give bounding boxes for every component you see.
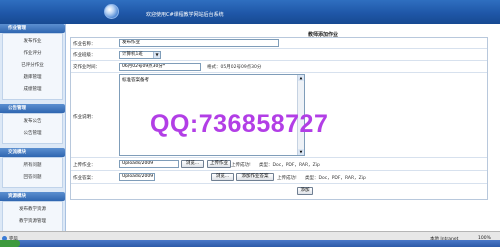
sidebar-item-manage-resource[interactable]: 教学资源管理	[3, 216, 62, 228]
deadline-input[interactable]: 06月02号09点30分*	[119, 63, 201, 71]
sidebar-section-notice-items: 发布公告 公告管理	[2, 113, 63, 144]
class-select[interactable]: 计算机1班 ▼	[119, 51, 161, 59]
description-label: 作业说明：	[73, 115, 96, 120]
start-button[interactable]	[0, 240, 20, 247]
upload-homework-button[interactable]: 上传作业	[207, 160, 231, 168]
description-text: 标准答案备考	[122, 78, 149, 83]
title-row: 作业名称： 发布作业	[71, 38, 487, 49]
upload-row: 上传作业： Uploads/2009 浏览... 上传作业 上传成功! 类型：D…	[71, 158, 487, 171]
sidebar-section-communication-items: 所有问题 回答问题	[2, 157, 63, 188]
banner-title: 欢迎使用C#课程教学网站后台系统	[146, 12, 224, 18]
globe-icon	[104, 4, 119, 19]
upload-status: 上传成功!	[231, 163, 251, 168]
sidebar-section-homework-items: 发布作业 作业评分 已评分作业 题库管理 成绩管理	[2, 33, 63, 100]
class-row: 作业班级： 计算机1班 ▼	[71, 49, 487, 61]
upload-types: 类型：Doc，PDF，RAR，Zip	[259, 163, 320, 168]
answer-status: 上传成功!	[277, 176, 297, 181]
answer-file-input[interactable]: Uploads/2009	[119, 173, 155, 181]
sidebar-item-publish-resource[interactable]: 发布教学资源	[3, 204, 62, 216]
deadline-row: 交作业时间： 06月02号09点30分* 格式：05月02号09点30分	[71, 61, 487, 73]
sidebar-section-resources[interactable]: 资源模块	[0, 192, 65, 201]
sidebar-item-grade-homework[interactable]: 作业评分	[3, 48, 62, 60]
deadline-label: 交作业时间：	[73, 65, 100, 70]
sidebar-item-scores[interactable]: 成绩管理	[3, 84, 62, 96]
sidebar-item-all-questions[interactable]: 所有问题	[3, 160, 62, 172]
title-label: 作业名称：	[73, 42, 96, 47]
upload-file-input[interactable]: Uploads/2009	[119, 160, 179, 168]
deadline-hint: 格式：05月02号09点30分	[207, 65, 262, 70]
sidebar-section-notice[interactable]: 公告管理	[0, 104, 65, 113]
sidebar-item-graded-homework[interactable]: 已评分作业	[3, 60, 62, 72]
answer-label: 作业答案：	[73, 176, 96, 181]
chevron-down-icon: ▼	[153, 52, 160, 58]
sidebar-item-question-bank[interactable]: 题库管理	[3, 72, 62, 84]
submit-row: 添加	[71, 184, 487, 199]
qq-watermark: QQ:736858727	[150, 110, 329, 138]
submit-button[interactable]: 添加	[297, 187, 313, 195]
sidebar-item-answer-questions[interactable]: 回答问题	[3, 172, 62, 184]
sidebar-item-publish-notice[interactable]: 发布公告	[3, 116, 62, 128]
sidebar-item-manage-notice[interactable]: 公告管理	[3, 128, 62, 140]
add-answer-button[interactable]: 添加作业答案	[236, 173, 274, 181]
sidebar-item-publish-homework[interactable]: 发布作业	[3, 36, 62, 48]
sidebar: 作业管理 发布作业 作业评分 已评分作业 题库管理 成绩管理 公告管理 发布公告…	[0, 24, 66, 232]
title-input[interactable]: 发布作业	[119, 39, 279, 47]
answer-row: 作业答案： Uploads/2009 浏览... 添加作业答案 上传成功! 类型…	[71, 171, 487, 184]
class-label: 作业班级：	[73, 53, 96, 58]
upload-browse-button[interactable]: 浏览...	[181, 160, 204, 168]
class-select-value: 计算机1班	[122, 52, 143, 57]
top-banner: 欢迎使用C#课程教学网站后台系统	[0, 0, 500, 24]
answer-browse-button[interactable]: 浏览...	[211, 173, 234, 181]
upload-label: 上传作业：	[73, 163, 96, 168]
answer-types: 类型：Doc，PDF，RAR，Zip	[305, 176, 366, 181]
windows-taskbar	[0, 240, 500, 247]
sidebar-section-homework[interactable]: 作业管理	[0, 24, 65, 33]
sidebar-section-resources-items: 发布教学资源 教学资源管理	[2, 201, 63, 232]
scroll-down-icon[interactable]: ▼	[298, 149, 304, 155]
sidebar-section-communication[interactable]: 交流模块	[0, 148, 65, 157]
scroll-up-icon[interactable]: ▲	[298, 75, 304, 81]
